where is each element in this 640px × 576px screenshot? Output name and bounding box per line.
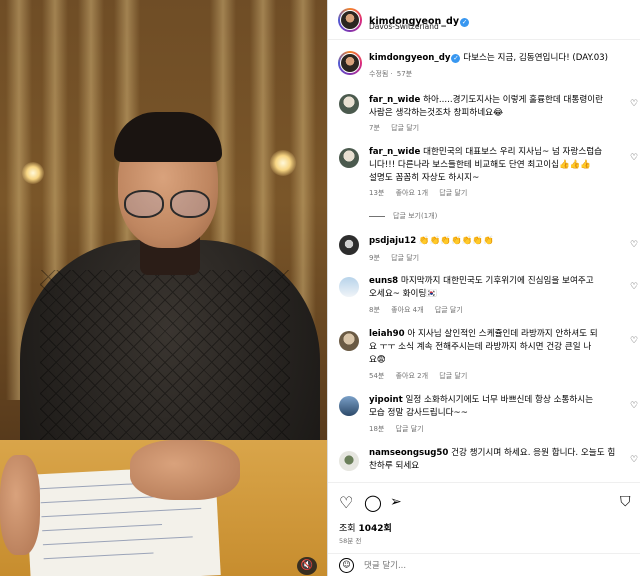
comment-username[interactable]: euns8: [369, 276, 398, 286]
view-replies-button[interactable]: 답글 보기(1개): [393, 212, 437, 220]
comment-username[interactable]: far_n_wide: [369, 147, 420, 157]
comment-likes[interactable]: 좋아요 2개: [396, 372, 428, 380]
comment-time[interactable]: 18분: [369, 425, 384, 433]
add-comment-row: ☺: [328, 553, 640, 576]
post-header: kimdongyeon_dy ✓ Davos-Switzerland: [328, 0, 640, 40]
comment-text-line: 오세요~ 화이팅🇰🇷: [369, 289, 438, 299]
comment-text-line: 모습 정말 감사드립니다~~: [369, 408, 468, 418]
post-location[interactable]: Davos-Switzerland: [369, 22, 439, 31]
post-actions: ♡ ◯ ➢ ⛉ 조회 1042회 58분 전 ☺: [328, 482, 640, 576]
comment-text-line: 찬하루 되세요: [369, 461, 420, 471]
view-count: 조회 1042회: [339, 521, 392, 534]
comment-text-line: 요 ㅜㅜ 소식 계속 전해주시는데 라방까지 하시면 건강 큰일 나: [369, 342, 592, 352]
comment-time[interactable]: 9분: [369, 254, 380, 262]
commenter-avatar[interactable]: [339, 277, 359, 297]
reply-button[interactable]: 답글 달기: [391, 124, 419, 132]
comment-username[interactable]: leiah90: [369, 329, 405, 339]
speaker-muted-icon[interactable]: 🔇: [297, 557, 317, 575]
heart-icon[interactable]: ♡: [630, 153, 638, 163]
add-comment-input[interactable]: [364, 558, 604, 574]
share-icon[interactable]: ➢: [390, 494, 402, 510]
reply-button[interactable]: 답글 달기: [439, 372, 467, 380]
commenter-avatar[interactable]: [339, 94, 359, 114]
heart-icon[interactable]: ♡: [339, 493, 353, 512]
bookmark-icon[interactable]: ⛉: [620, 494, 631, 510]
comment-text-line: 요😨: [369, 355, 386, 365]
commenter-avatar[interactable]: [339, 235, 359, 255]
comment-text-line: 하아.....경기도지사는 이렇게 훌륭한데 대통령이란: [423, 95, 604, 105]
caption-username[interactable]: kimdongyeon_dy: [369, 53, 450, 63]
verified-badge-icon: ✓: [451, 53, 461, 63]
comment-text-line: 👏👏👏👏👏👏👏: [418, 236, 494, 246]
heart-icon[interactable]: ♡: [630, 336, 638, 346]
comment-username[interactable]: far_n_wide: [369, 95, 420, 105]
wall-light: [22, 162, 44, 184]
caption: kimdongyeon_dy ✓ 다보스는 지금, 김동연입니다! (DAY.03…: [328, 40, 640, 88]
heart-icon[interactable]: ♡: [630, 455, 638, 465]
profile-avatar[interactable]: [338, 8, 362, 32]
comment-username[interactable]: psdjaju12: [369, 236, 416, 246]
reply-button[interactable]: 답글 달기: [396, 425, 424, 433]
heart-icon[interactable]: ♡: [630, 99, 638, 109]
commenter-avatar[interactable]: [339, 331, 359, 351]
comment-likes[interactable]: 좋아요 1개: [396, 189, 428, 197]
caption-time[interactable]: 57분: [397, 70, 412, 78]
heart-icon[interactable]: ♡: [630, 401, 638, 411]
speaker-hand-left: [0, 455, 40, 555]
caption-avatar[interactable]: [338, 51, 362, 75]
comment-text-line: 건강 챙기시며 하세요. 응원 합니다. 오늘도 힘: [451, 448, 616, 458]
speaker-hand-right: [130, 440, 240, 500]
video-player[interactable]: 🔇: [0, 0, 327, 576]
comment-time[interactable]: 13분: [369, 189, 384, 197]
commenter-avatar[interactable]: [339, 396, 359, 416]
comment-text-line: 일정 소화하시기에도 너무 바쁘신데 항상 소통하시는: [405, 395, 594, 405]
comment-icon[interactable]: ◯: [364, 493, 382, 512]
heart-icon[interactable]: ♡: [630, 282, 638, 292]
commenter-avatar[interactable]: [339, 148, 359, 168]
comment-time[interactable]: 8분: [369, 306, 380, 314]
post-details-panel: kimdongyeon_dy ✓ Davos-Switzerland kimdon…: [327, 0, 640, 576]
view-count-label: 조회: [339, 524, 356, 534]
comment-text-line: 사람은 생각하는것조차 창피하네요😂: [369, 108, 504, 118]
commenter-avatar[interactable]: [339, 451, 359, 471]
reply-button[interactable]: 답글 달기: [439, 189, 467, 197]
comment-time[interactable]: 54분: [369, 372, 384, 380]
speaker-hair: [114, 112, 222, 162]
verified-badge-icon: ✓: [460, 17, 470, 27]
comment-text-line: 마지막까지 대한민국도 기후위기에 진심임을 보여주고: [400, 276, 594, 286]
comment-text-line: 니다!!! 다른나라 보스들한테 비교해도 단연 최고이십👍👍👍: [369, 160, 592, 170]
reply-button[interactable]: 답글 달기: [391, 254, 419, 262]
comment-text-line: 아 지사님 살인적인 스케쥴인데 라방까지 안하셔도 되: [407, 329, 598, 339]
view-replies-line: [369, 215, 385, 217]
post-timestamp[interactable]: 58분 전: [339, 535, 361, 545]
heart-icon[interactable]: ♡: [630, 240, 638, 250]
view-count-value: 1042회: [358, 524, 392, 534]
emoji-icon[interactable]: ☺: [339, 558, 354, 573]
comment-time[interactable]: 7분: [369, 124, 380, 132]
comment-text-line: 설명도 꼼꼼히 자상도 하시지~: [369, 173, 480, 183]
comment-likes[interactable]: 좋아요 4개: [391, 306, 423, 314]
glasses-lens-left: [124, 190, 164, 218]
caption-edited-label: 수정됨: [369, 70, 389, 78]
comment-text-line: 대한민국의 대표보스 우리 지사님~ 넘 자랑스럽습: [423, 147, 603, 157]
comment-username[interactable]: namseongsug50: [369, 448, 448, 458]
glasses-lens-right: [170, 190, 210, 218]
caption-text: 다보스는 지금, 김동연입니다! (DAY.03): [463, 53, 608, 63]
reply-button[interactable]: 답글 달기: [435, 306, 463, 314]
wall-light: [270, 150, 296, 176]
comment-username[interactable]: yipoint: [369, 395, 403, 405]
